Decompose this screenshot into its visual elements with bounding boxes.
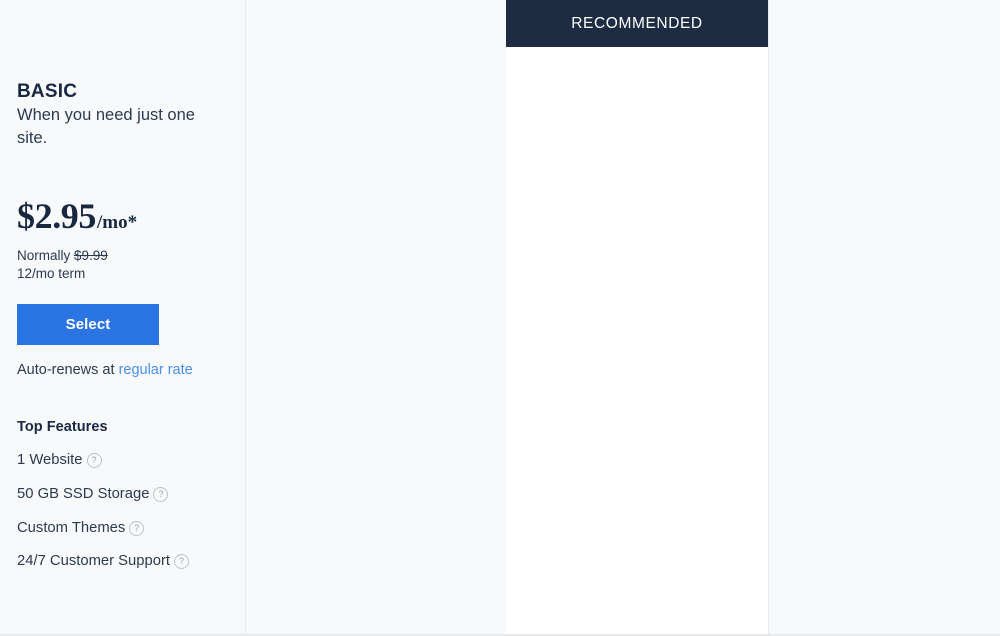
features-title: Top Features	[17, 419, 189, 435]
autorenew-label: Auto-renews at	[17, 362, 119, 378]
autorenew-basic: Auto-renews at regular rate	[17, 362, 193, 378]
feature-label: Custom Themes?	[17, 520, 189, 538]
help-icon[interactable]: ?	[87, 453, 102, 468]
feature-text: 24/7 Customer Support	[17, 553, 170, 569]
price-amount: $2.95	[17, 198, 96, 234]
plan-column-basic: BASIC When you need just one site. $2.95…	[0, 0, 245, 634]
feature-label: 24/7 Customer Support?	[17, 553, 189, 571]
help-icon[interactable]: ?	[153, 487, 168, 502]
feature-label: 1 Website?	[17, 452, 189, 470]
regular-rate-link[interactable]: regular rate	[119, 362, 193, 378]
price-block-basic: $2.95 /mo* Normally $9.99 12/mo term	[17, 198, 137, 283]
plan-header-basic: BASIC When you need just one site.	[0, 81, 217, 151]
price-unit: /mo*	[97, 213, 137, 232]
feature-text: 50 GB SSD Storage	[17, 486, 149, 502]
plan-name: BASIC	[17, 81, 217, 103]
feature-item: Custom Themes?	[17, 520, 189, 538]
feature-label: 50 GB SSD Storage?	[17, 486, 189, 504]
feature-text: 1 Website	[17, 452, 83, 468]
normally-label: Normally	[17, 248, 74, 263]
recommended-ribbon: RECOMMENDED	[506, 0, 768, 47]
plan-column-choice-plus: CHOICE PLUS With added privacy and secur…	[506, 0, 768, 634]
feature-item: 1 Website?	[17, 452, 189, 470]
feature-item: 50 GB SSD Storage?	[17, 486, 189, 504]
plan-description: When you need just one site.	[17, 104, 217, 151]
feature-item: 24/7 Customer Support?	[17, 553, 189, 571]
help-icon[interactable]: ?	[174, 554, 189, 569]
price-row: $2.95 /mo*	[17, 198, 137, 234]
features-basic: Top Features 1 Website? 50 GB SSD Storag…	[17, 419, 189, 571]
pricing-table: BASIC When you need just one site. $2.95…	[0, 0, 1000, 636]
plan-column-plus: PLUS For those running multiple sites. $…	[245, 0, 506, 634]
select-button-basic[interactable]: Select	[17, 304, 159, 345]
help-icon[interactable]: ?	[129, 521, 144, 536]
term-label: 12/mo term	[17, 265, 137, 283]
strikethrough-price: $9.99	[74, 248, 108, 263]
normally-price: Normally $9.99	[17, 247, 137, 265]
plan-column-pro: PRO Get more power with optimized web re…	[768, 0, 1000, 634]
feature-text: Custom Themes	[17, 520, 125, 536]
